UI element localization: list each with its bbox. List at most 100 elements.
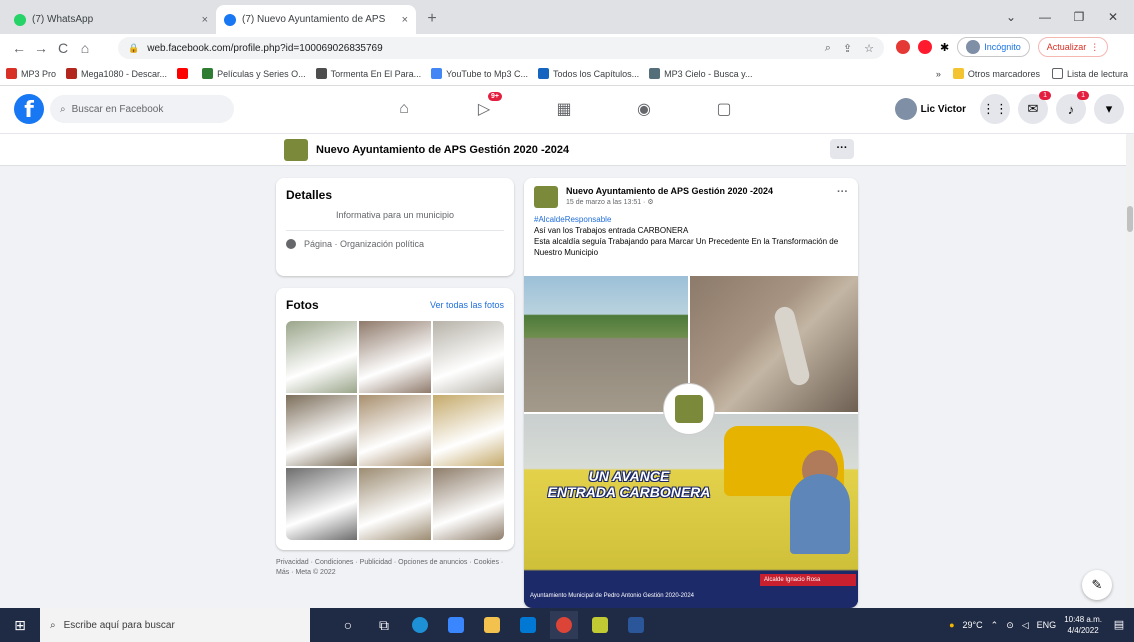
photo-tile[interactable] (432, 468, 504, 540)
chrome-icon[interactable] (550, 611, 578, 639)
reading-list[interactable]: Lista de lectura (1051, 68, 1128, 79)
search-icon: ⌕ (60, 103, 66, 115)
photo-tile[interactable] (432, 394, 504, 467)
paint-icon[interactable] (586, 611, 614, 639)
details-description: Informativa para un municipio (335, 210, 455, 220)
close-tab-icon[interactable]: × (402, 14, 408, 26)
see-all-photos-link[interactable]: Ver todas las fotos (430, 300, 504, 310)
bookmark-favicon-icon (66, 68, 78, 79)
post-author-avatar[interactable] (534, 186, 558, 208)
taskbar-search-input[interactable]: ⌕ Escribe aquí para buscar (40, 608, 310, 642)
page-title: Nuevo Ayuntamiento de APS Gestión 2020 -… (316, 144, 570, 156)
notifications-bell-icon[interactable]: ♪ 1 (1056, 91, 1089, 124)
messenger-icon[interactable]: ✉ 1 (1018, 91, 1051, 124)
browser-toolbar: ← → C ⌂ 🔒 web.facebook.com/profile.php?i… (0, 34, 1134, 62)
weather-icon[interactable]: ● (949, 620, 954, 630)
page-more-button[interactable]: ··· (830, 139, 854, 159)
clock[interactable]: 10:48 a.m. 4/4/2022 (1064, 614, 1102, 636)
mail-icon[interactable] (514, 611, 542, 639)
update-button[interactable]: Actualizar ⋮ (1037, 37, 1109, 57)
tab-search-icon[interactable]: ⌄ (994, 4, 1028, 30)
edge-icon[interactable] (406, 611, 434, 639)
photo-tile[interactable] (286, 321, 358, 393)
bookmark-item[interactable]: MP3 Cielo - Busca y... (649, 68, 752, 79)
photo-tile[interactable] (432, 321, 504, 393)
share-icon[interactable]: ⇪ (843, 42, 852, 55)
action-center-icon[interactable]: ▤ (1110, 616, 1128, 634)
photo-tile[interactable] (286, 394, 358, 467)
marketplace-icon[interactable]: ▦ (544, 94, 584, 124)
language-indicator[interactable]: ENG (1037, 620, 1057, 630)
photo-tile[interactable] (359, 321, 431, 393)
tab-facebook[interactable]: (7) Nuevo Ayuntamiento de APS × (216, 5, 416, 34)
network-icon[interactable]: ⊙ (1006, 620, 1014, 631)
address-bar[interactable]: 🔒 web.facebook.com/profile.php?id=100069… (118, 37, 884, 59)
file-explorer-icon[interactable] (478, 611, 506, 639)
page-identity[interactable]: Nuevo Ayuntamiento de APS Gestión 2020 -… (284, 139, 569, 161)
bookmark-item[interactable]: Películas y Series O... (202, 68, 306, 79)
mail-shape (520, 617, 536, 633)
incognito-button[interactable]: Incógnito (957, 37, 1030, 57)
back-icon[interactable]: ← (8, 40, 30, 56)
restore-button[interactable]: ❐ (1062, 4, 1096, 30)
tray-chevron-icon[interactable]: ⌃ (991, 620, 999, 631)
bookmark-star-icon[interactable]: ☆ (864, 42, 874, 55)
account-menu-icon[interactable]: ▾ (1094, 94, 1124, 124)
bookmark-item[interactable]: Todos los Capítulos... (538, 68, 639, 79)
bookmark-item[interactable] (177, 68, 192, 79)
facebook-search-input[interactable]: ⌕ Buscar en Facebook (50, 95, 234, 123)
watch-icon[interactable]: ▷ 9+ (464, 92, 504, 124)
search-icon: ⌕ (50, 619, 56, 631)
bookmark-item[interactable]: Tormenta En El Para... (315, 68, 421, 79)
close-tab-icon[interactable]: × (202, 14, 208, 26)
post-hashtag[interactable]: #AlcaldeResponsable (534, 214, 848, 225)
page-footer-links[interactable]: Privacidad · Condiciones · Publicidad · … (276, 558, 512, 578)
search-icon[interactable]: ⌕ (825, 42, 831, 55)
store-icon[interactable] (442, 611, 470, 639)
volume-icon[interactable]: ◁ (1022, 620, 1029, 631)
new-message-icon[interactable]: ✎ (1082, 570, 1112, 600)
forward-icon[interactable]: → (30, 40, 52, 56)
windows-start-icon[interactable]: ⊞ (0, 608, 40, 642)
photo-tile[interactable] (359, 468, 431, 540)
puzzle-icon[interactable]: ✱ (940, 41, 949, 54)
other-bookmarks[interactable]: Otros marcadores (952, 68, 1040, 79)
minimize-button[interactable]: — (1028, 4, 1062, 30)
home-icon[interactable]: ⌂ (74, 40, 96, 56)
more-bookmarks-icon[interactable]: » (936, 69, 941, 79)
bookmark-item[interactable]: MP3 Pro (6, 68, 56, 79)
new-tab-button[interactable]: + (422, 9, 442, 29)
gaming-icon[interactable]: ▢ (704, 94, 744, 124)
scrollbar-thumb[interactable] (1127, 206, 1133, 232)
photo-tile[interactable] (286, 468, 358, 540)
task-view-icon[interactable]: ⧉ (370, 611, 398, 639)
photo-tile[interactable] (359, 394, 431, 467)
edge-shape (412, 617, 428, 633)
post-photo-road[interactable] (524, 276, 688, 412)
profile-button[interactable]: Lic Victor (893, 96, 972, 122)
post-author[interactable]: Nuevo Ayuntamiento de APS Gestión 2020 -… (566, 186, 773, 196)
profile-name: Lic Victor (920, 103, 966, 115)
post-more-icon[interactable]: ··· (837, 186, 848, 208)
folder-shape (484, 617, 500, 633)
bookmark-favicon-icon (538, 68, 550, 79)
menu-grid-icon[interactable]: ⋮⋮ (980, 94, 1010, 124)
extension-icon[interactable] (896, 40, 910, 54)
reload-icon[interactable]: C (52, 40, 74, 56)
temperature[interactable]: 29°C (963, 620, 983, 630)
facebook-logo-icon[interactable]: f (14, 94, 44, 124)
bookmark-item[interactable]: Mega1080 - Descar... (66, 68, 167, 79)
more-vert-icon: ⋮ (1090, 41, 1100, 52)
close-window-button[interactable]: ✕ (1096, 4, 1130, 30)
cortana-icon[interactable]: ○ (334, 611, 362, 639)
tab-whatsapp[interactable]: (7) WhatsApp × (6, 5, 216, 34)
post-timestamp[interactable]: 15 de marzo a las 13:51 · ⚙ (566, 198, 773, 206)
word-icon[interactable] (622, 611, 650, 639)
mayor-name-tag: Alcalde Ignacio Rosa (760, 574, 856, 586)
groups-icon[interactable]: ◉ (624, 94, 664, 124)
bookmark-item[interactable]: YouTube to Mp3 C... (431, 68, 528, 79)
opera-icon[interactable] (918, 40, 932, 54)
home-icon[interactable]: ⌂ (384, 94, 424, 124)
scrollbar[interactable] (1126, 134, 1134, 608)
post-photo-pipe[interactable] (690, 276, 858, 412)
